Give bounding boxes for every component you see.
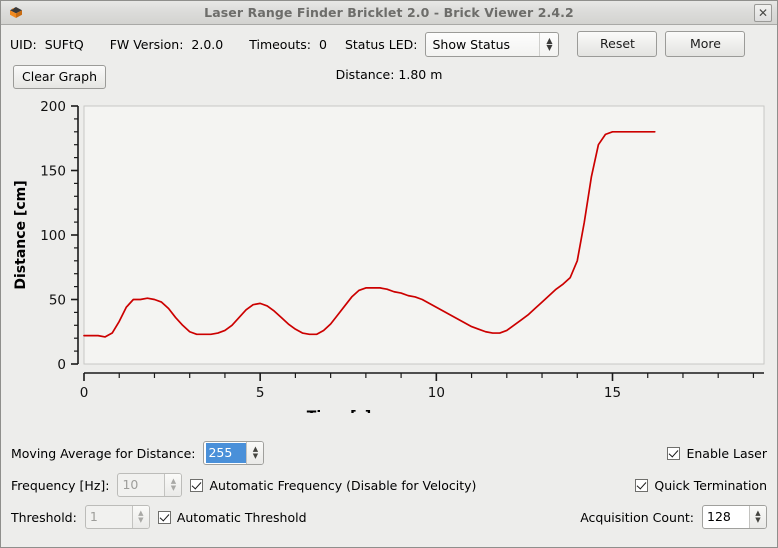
checkbox-check-icon xyxy=(635,478,649,492)
threshold-stepper[interactable]: 1 ▲ ▼ xyxy=(84,505,150,529)
distance-readout: Distance: 1.80 m xyxy=(335,67,443,82)
moving-average-value[interactable]: 255 xyxy=(206,443,247,463)
device-toolbar: UID: SUFtQ FW Version: 2.0.0 Timeouts: 0… xyxy=(1,25,777,63)
stepper-arrows-icon[interactable]: ▲ ▼ xyxy=(164,474,182,496)
y-tick-label: 150 xyxy=(40,164,66,180)
uid-label: UID: xyxy=(10,36,37,52)
plot-canvas: 0 50 100 150 200 Distance [cm] 0 5 10 15 Time [s] xyxy=(13,99,765,413)
moving-average-stepper[interactable]: 255 ▲ ▼ xyxy=(203,441,265,465)
fw-version-value: 2.0.0 xyxy=(191,36,224,52)
checkbox-check-icon xyxy=(190,478,204,492)
frequency-stepper[interactable]: 10 ▲ ▼ xyxy=(117,473,183,497)
checkbox-check-icon xyxy=(157,510,171,524)
timeouts-label: Timeouts: xyxy=(249,36,312,52)
timeouts-value: 0 xyxy=(319,36,327,52)
checkbox-check-icon xyxy=(667,446,681,460)
status-led-label: Status LED: xyxy=(344,36,418,52)
plot-area xyxy=(83,105,765,365)
automatic-frequency-checkbox[interactable]: Automatic Frequency (Disable for Velocit… xyxy=(190,478,476,493)
moving-average-label: Moving Average for Distance: xyxy=(11,445,196,461)
acquisition-count-label: Acquisition Count: xyxy=(580,509,694,525)
status-led-select[interactable]: Show Status ▲ ▼ xyxy=(425,31,560,57)
fw-version-label: FW Version: xyxy=(109,36,184,52)
y-tick-label: 200 xyxy=(40,99,66,115)
enable-laser-label: Enable Laser xyxy=(686,445,767,461)
stepper-arrows-icon[interactable]: ▲ ▼ xyxy=(131,506,149,528)
y-tick-label: 50 xyxy=(49,293,66,309)
x-axis-title: Time [s] xyxy=(307,409,371,413)
moving-average-row: Moving Average for Distance: 255 ▲ ▼ Enab… xyxy=(11,437,767,469)
brick-icon xyxy=(7,4,25,22)
frequency-label: Frequency [Hz]: xyxy=(11,477,110,493)
app-window: Laser Range Finder Bricklet 2.0 - Brick … xyxy=(0,0,778,548)
reset-button[interactable]: Reset xyxy=(577,31,658,57)
threshold-value[interactable]: 1 xyxy=(86,506,132,528)
stepper-arrows-icon[interactable]: ▲ ▼ xyxy=(749,506,766,528)
frequency-row: Frequency [Hz]: 10 ▲ ▼ Automatic Frequenc… xyxy=(11,469,767,501)
quick-termination-checkbox[interactable]: Quick Termination xyxy=(635,478,767,493)
stepper-arrows-icon[interactable]: ▲ ▼ xyxy=(246,442,264,464)
acquisition-count-stepper[interactable]: 128 ▲ ▼ xyxy=(702,505,767,529)
threshold-row: Threshold: 1 ▲ ▼ Automatic Threshold Acqu… xyxy=(11,501,767,533)
frequency-value[interactable]: 10 xyxy=(118,474,164,496)
x-axis: 0 5 10 15 xyxy=(80,372,764,401)
x-tick-label: 5 xyxy=(256,385,265,401)
chevron-updown-icon: ▲ ▼ xyxy=(546,36,553,52)
quick-termination-label: Quick Termination xyxy=(654,477,767,493)
y-tick-label: 0 xyxy=(57,357,66,373)
x-tick-label: 15 xyxy=(604,385,621,401)
automatic-threshold-checkbox[interactable]: Automatic Threshold xyxy=(157,509,307,525)
uid-value: SUFtQ xyxy=(44,36,84,52)
enable-laser-checkbox[interactable]: Enable Laser xyxy=(667,446,767,461)
graph-header: Clear Graph Distance: 1.80 m xyxy=(1,63,777,93)
acquisition-count-value[interactable]: 128 xyxy=(703,506,749,528)
y-axis-title: Distance [cm] xyxy=(13,180,29,289)
more-button[interactable]: More xyxy=(665,31,746,57)
y-axis: 0 50 100 150 200 xyxy=(40,99,79,373)
x-tick-label: 10 xyxy=(428,385,445,401)
x-tick-label: 0 xyxy=(80,385,89,401)
window-title: Laser Range Finder Bricklet 2.0 - Brick … xyxy=(204,5,574,20)
distance-plot: 0 50 100 150 200 Distance [cm] 0 5 10 15 Time [s] xyxy=(1,93,777,413)
close-icon[interactable]: ✕ xyxy=(754,4,772,22)
y-tick-label: 100 xyxy=(40,228,66,244)
automatic-threshold-label: Automatic Threshold xyxy=(176,509,307,525)
automatic-frequency-label: Automatic Frequency (Disable for Velocit… xyxy=(209,477,477,493)
title-bar: Laser Range Finder Bricklet 2.0 - Brick … xyxy=(1,1,777,25)
threshold-label: Threshold: xyxy=(11,509,77,525)
settings-panel: Moving Average for Distance: 255 ▲ ▼ Enab… xyxy=(1,437,777,547)
status-led-value: Show Status xyxy=(432,36,511,52)
